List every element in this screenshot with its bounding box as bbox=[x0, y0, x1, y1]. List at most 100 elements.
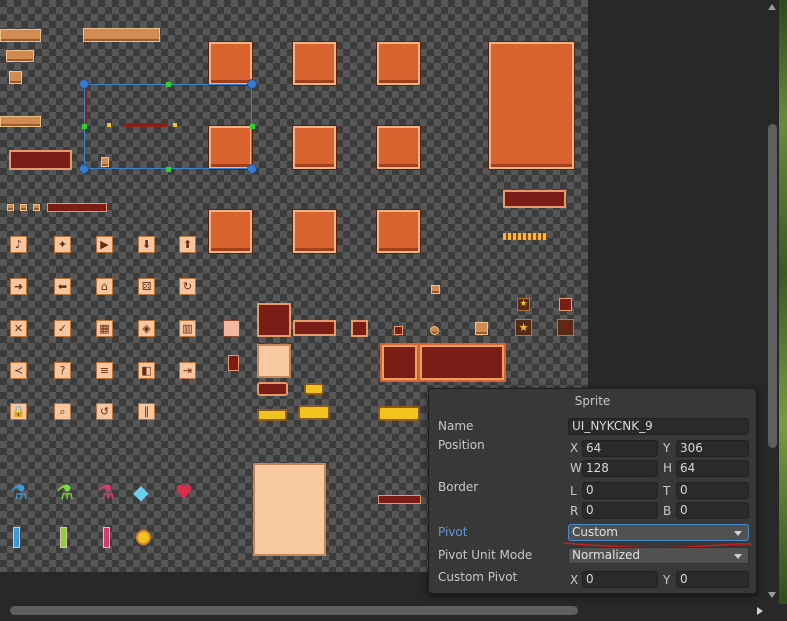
selection-handle-top[interactable] bbox=[166, 82, 171, 87]
selection-handle-right[interactable] bbox=[250, 124, 255, 129]
badge-icon[interactable]: ✹ bbox=[557, 319, 574, 336]
pos-w-field[interactable]: 128 bbox=[582, 460, 658, 477]
star-icon-large[interactable]: ★ bbox=[515, 319, 532, 336]
run-icon[interactable]: ✦ bbox=[54, 236, 71, 253]
border-b-field[interactable]: 0 bbox=[676, 502, 749, 519]
border-t-field[interactable]: 0 bbox=[676, 482, 749, 499]
sprite-portrait[interactable] bbox=[223, 320, 240, 337]
zoom-icon[interactable]: ⌕ bbox=[54, 403, 71, 420]
green-potion-icon[interactable]: ⚗ bbox=[55, 480, 75, 504]
sprite-bar-dark[interactable] bbox=[293, 320, 336, 336]
sprite-panel-3[interactable] bbox=[377, 42, 420, 85]
controller-icon[interactable]: ◈ bbox=[138, 320, 155, 337]
dice-icon[interactable]: ⚄ bbox=[138, 278, 155, 295]
sprite-panel-6[interactable] bbox=[377, 126, 420, 169]
scroll-down-icon[interactable] bbox=[768, 592, 776, 598]
pos-x-field[interactable]: 64 bbox=[582, 440, 658, 457]
music-icon[interactable]: ♪ bbox=[10, 236, 27, 253]
arrow-left-icon[interactable]: ⬅ bbox=[54, 278, 71, 295]
sprite-mini-box[interactable] bbox=[559, 298, 572, 311]
selection-handle-bottom[interactable] bbox=[166, 167, 171, 172]
exit-icon[interactable]: ⇥ bbox=[179, 362, 196, 379]
help-icon[interactable]: ? bbox=[54, 362, 71, 379]
sprite-tiny-3[interactable] bbox=[33, 204, 40, 211]
sound-icon[interactable]: ◧ bbox=[138, 362, 155, 379]
vial-red-icon[interactable] bbox=[103, 527, 110, 548]
lock-icon[interactable]: 🔒 bbox=[10, 403, 27, 420]
sprite-plank-4[interactable] bbox=[0, 116, 41, 127]
selection-handle-top-right[interactable] bbox=[247, 79, 257, 89]
trash-icon[interactable]: ▥ bbox=[179, 320, 196, 337]
sprite-plank-1[interactable] bbox=[0, 29, 41, 42]
sun-icon[interactable] bbox=[136, 530, 151, 545]
sprite-button-dark[interactable] bbox=[257, 382, 288, 396]
pause-icon[interactable]: ∥ bbox=[138, 403, 155, 420]
sprite-dot-2[interactable] bbox=[430, 326, 439, 335]
shop-icon[interactable]: ▦ bbox=[96, 320, 113, 337]
share-icon[interactable]: ≺ bbox=[10, 362, 27, 379]
star-icon[interactable]: ★ bbox=[517, 298, 530, 311]
pos-y-field[interactable]: 306 bbox=[676, 440, 749, 457]
vial-blue-icon[interactable] bbox=[13, 527, 20, 548]
sprite-progress-bar[interactable] bbox=[47, 203, 107, 212]
blue-potion-icon[interactable]: ⚗ bbox=[9, 480, 29, 504]
sprite-panel-8[interactable] bbox=[293, 210, 336, 253]
refresh-icon[interactable]: ↻ bbox=[179, 278, 196, 295]
sprite-panel-5[interactable] bbox=[293, 126, 336, 169]
sprite-tiny-2[interactable] bbox=[20, 204, 27, 211]
border-handle-right[interactable] bbox=[173, 123, 177, 127]
sprite-frame-square[interactable] bbox=[382, 345, 417, 380]
sprite-peach-panel[interactable] bbox=[253, 463, 326, 556]
restart-icon[interactable]: ↺ bbox=[96, 403, 113, 420]
sprite-button-gold-1[interactable] bbox=[257, 409, 287, 421]
scroll-right-icon[interactable] bbox=[757, 607, 763, 615]
pivot-unit-mode-dropdown[interactable]: Normalized bbox=[568, 547, 749, 564]
border-r-field[interactable]: 0 bbox=[582, 502, 658, 519]
selection-handle-bottom-left[interactable] bbox=[79, 164, 89, 174]
sprite-avatar-frame[interactable] bbox=[503, 190, 566, 208]
sprite-button-gold-2[interactable] bbox=[298, 405, 330, 420]
heart-icon[interactable]: ♥ bbox=[174, 480, 194, 504]
custom-pivot-x-field[interactable]: 0 bbox=[582, 571, 658, 588]
sprite-small-frame[interactable] bbox=[431, 285, 440, 294]
sprite-dot-1[interactable] bbox=[394, 326, 403, 335]
sprite-frame-wide[interactable] bbox=[420, 345, 504, 380]
sprite-plank-small[interactable] bbox=[9, 71, 22, 84]
sprite-button-gold-small[interactable] bbox=[304, 383, 324, 395]
sprite-striped-bar[interactable] bbox=[503, 233, 547, 240]
vertical-scrollbar-thumb[interactable] bbox=[768, 124, 777, 448]
custom-pivot-y-field[interactable]: 0 bbox=[676, 571, 749, 588]
red-potion-icon[interactable]: ⚗ bbox=[96, 480, 116, 504]
home-icon[interactable]: ⌂ bbox=[96, 278, 113, 295]
sprite-panel-large[interactable] bbox=[489, 42, 574, 169]
check-icon[interactable]: ✓ bbox=[54, 320, 71, 337]
sprite-tiny-1[interactable] bbox=[7, 204, 14, 211]
sprite-peach-square[interactable] bbox=[257, 344, 291, 378]
name-field[interactable]: UI_NYKCNK_9 bbox=[568, 418, 749, 435]
close-icon[interactable]: ✕ bbox=[10, 320, 27, 337]
arrow-right-icon[interactable]: ➜ bbox=[10, 278, 27, 295]
sprite-bar-thin[interactable] bbox=[378, 495, 421, 504]
sprite-bar-frame[interactable] bbox=[9, 150, 72, 170]
download-icon[interactable]: ⬇ bbox=[138, 236, 155, 253]
selection-handle-bottom-right[interactable] bbox=[247, 164, 257, 174]
scroll-up-icon[interactable] bbox=[768, 4, 776, 10]
sprite-dot-3[interactable] bbox=[475, 322, 488, 335]
play-icon[interactable]: ▶ bbox=[96, 236, 113, 253]
sprite-slot[interactable] bbox=[228, 355, 239, 371]
vial-green-icon[interactable] bbox=[60, 527, 67, 548]
sprite-square-small[interactable] bbox=[351, 320, 368, 337]
sprite-panel-1[interactable] bbox=[209, 42, 252, 85]
border-l-field[interactable]: 0 bbox=[582, 482, 658, 499]
sprite-plank-3[interactable] bbox=[6, 50, 34, 62]
selection-handle-top-left[interactable] bbox=[79, 79, 89, 89]
diamond-icon[interactable]: ◆ bbox=[131, 480, 151, 504]
list-icon[interactable]: ≡ bbox=[96, 362, 113, 379]
border-handle-left[interactable] bbox=[107, 123, 111, 127]
sprite-panel-9[interactable] bbox=[377, 210, 420, 253]
upload-icon[interactable]: ⬆ bbox=[179, 236, 196, 253]
sprite-panel-2[interactable] bbox=[293, 42, 336, 85]
sprite-square-dark[interactable] bbox=[257, 303, 291, 337]
sprite-plank-2[interactable] bbox=[83, 28, 160, 42]
pos-h-field[interactable]: 64 bbox=[676, 460, 749, 477]
